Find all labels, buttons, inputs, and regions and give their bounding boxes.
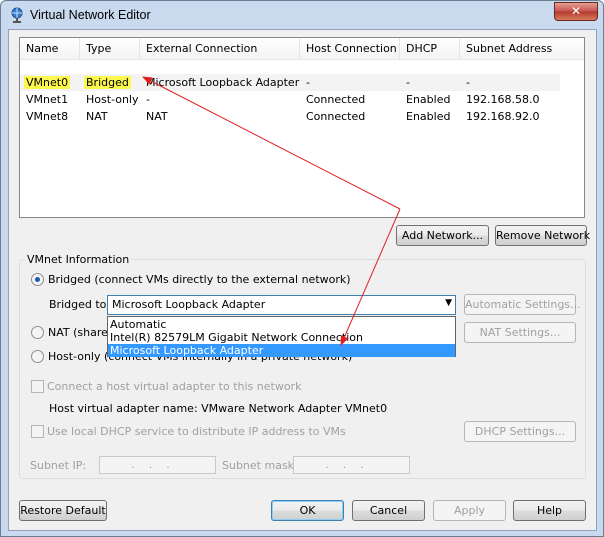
annotation-arrow-line	[340, 208, 401, 346]
annotation-arrow-line	[142, 76, 401, 210]
annotation-arrows	[142, 76, 401, 346]
virtual-network-editor-window: Virtual Network Editor ✕ Name Type Exter…	[0, 0, 604, 537]
